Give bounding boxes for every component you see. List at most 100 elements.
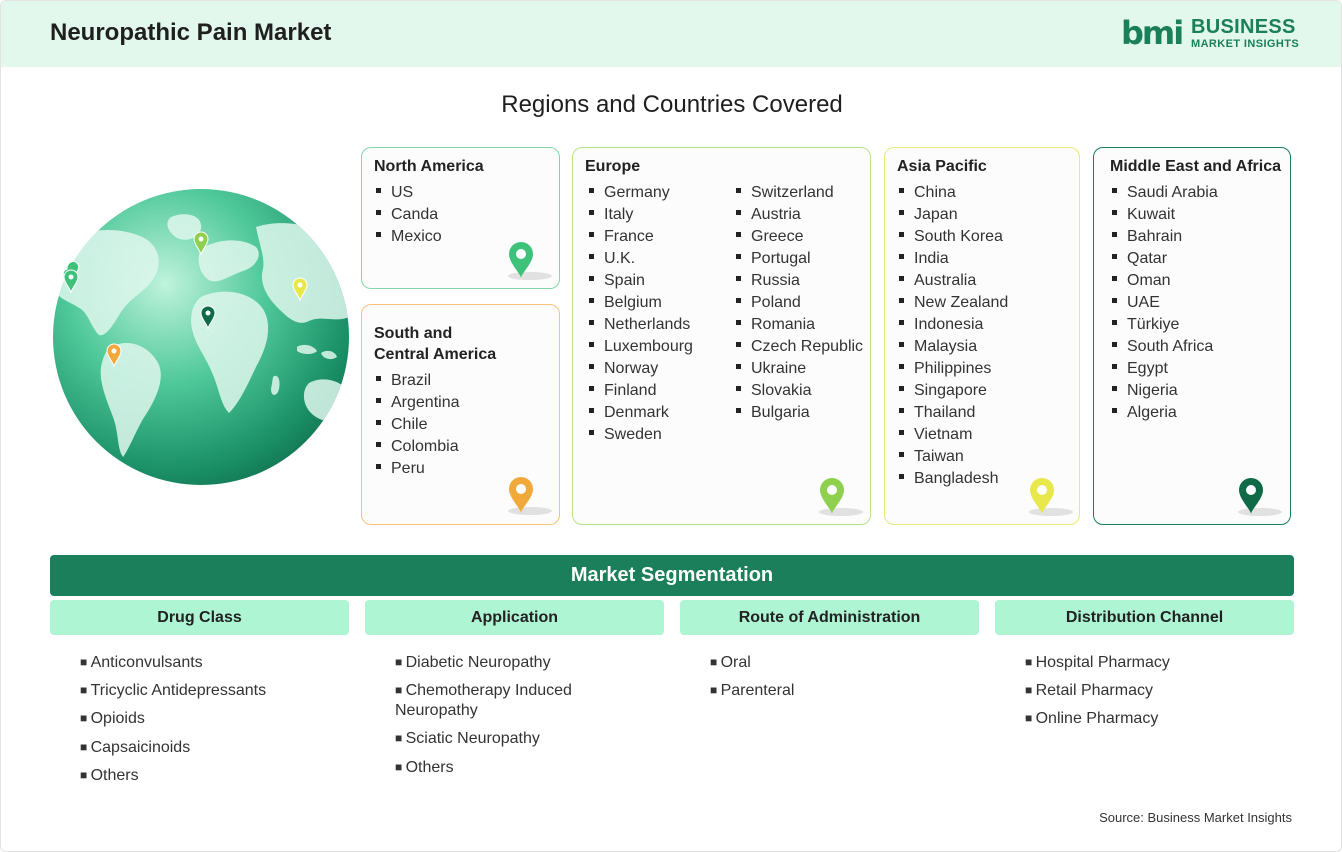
country-item: India <box>899 248 1008 270</box>
country-item: Denmark <box>589 402 693 424</box>
country-item: Romania <box>736 314 863 336</box>
globe-illustration <box>53 189 349 485</box>
country-item: Bangladesh <box>899 468 1008 490</box>
country-item: Chile <box>376 414 460 436</box>
logo-text-market-insights: MARKET INSIGHTS <box>1191 38 1300 50</box>
segment-column-drug-class: Drug Class Anticonvulsants Tricyclic Ant… <box>50 600 349 794</box>
logo-mark: bmi <box>1121 14 1184 52</box>
country-list-middle-east-africa: Saudi Arabia Kuwait Bahrain Qatar Oman U… <box>1112 182 1218 424</box>
country-item: Czech Republic <box>736 336 863 358</box>
country-item: New Zealand <box>899 292 1008 314</box>
segment-column-distribution-channel: Distribution Channel Hospital Pharmacy R… <box>995 600 1294 738</box>
logo-text-business: BUSINESS <box>1191 16 1296 38</box>
segment-item: Parenteral <box>710 681 969 701</box>
segment-list: Hospital Pharmacy Retail Pharmacy Online… <box>995 653 1294 730</box>
country-item: China <box>899 182 1008 204</box>
country-item: Colombia <box>376 436 460 458</box>
country-item: Japan <box>899 204 1008 226</box>
country-item: Bulgaria <box>736 402 863 424</box>
segment-list: Diabetic Neuropathy Chemotherapy Induced… <box>365 653 664 778</box>
country-item: Sweden <box>589 424 693 446</box>
country-item: UAE <box>1112 292 1218 314</box>
country-item: US <box>376 182 442 204</box>
region-name-south-central-america: South and Central America <box>374 323 496 365</box>
segment-item: Diabetic Neuropathy <box>395 653 604 673</box>
country-item: Italy <box>589 204 693 226</box>
map-pin-icon <box>819 478 863 516</box>
country-item: Brazil <box>376 370 460 392</box>
country-item: Australia <box>899 270 1008 292</box>
country-item: France <box>589 226 693 248</box>
country-list-south-central-america: Brazil Argentina Chile Colombia Peru <box>376 370 460 480</box>
segment-item: Capsaicinoids <box>80 738 339 758</box>
segment-item: Retail Pharmacy <box>1025 681 1284 701</box>
segment-item: Tricyclic Antidepressants <box>80 681 339 701</box>
map-pin-icon <box>1029 478 1073 516</box>
region-name-line2: Central America <box>374 346 497 363</box>
country-item: Switzerland <box>736 182 863 204</box>
country-item: Indonesia <box>899 314 1008 336</box>
region-name-europe: Europe <box>585 158 641 175</box>
map-pin-icon <box>508 477 552 515</box>
country-item: Germany <box>589 182 693 204</box>
region-card-south-central-america: South and Central America Brazil Argentin… <box>361 304 560 525</box>
country-item: Greece <box>736 226 863 248</box>
segment-item: Sciatic Neuropathy <box>395 729 604 749</box>
region-name-asia-pacific: Asia Pacific <box>897 158 987 175</box>
country-item: Argentina <box>376 392 460 414</box>
country-item: Ukraine <box>736 358 863 380</box>
map-pin-icon <box>1238 478 1282 516</box>
source-note: Source: Business Market Insights <box>1099 810 1292 825</box>
country-list-europe-col1: Germany Italy France U.K. Spain Belgium … <box>589 182 693 446</box>
country-item: Finland <box>589 380 693 402</box>
country-item: Poland <box>736 292 863 314</box>
segment-item: Others <box>395 758 604 778</box>
segment-column-application: Application Diabetic Neuropathy Chemothe… <box>365 600 664 786</box>
country-item: Nigeria <box>1112 380 1218 402</box>
segment-item: Others <box>80 766 339 786</box>
country-item: Canda <box>376 204 442 226</box>
country-item: Egypt <box>1112 358 1218 380</box>
segment-item: Chemotherapy Induced Neuropathy <box>395 681 604 721</box>
segment-column-route-of-administration: Route of Administration Oral Parenteral <box>680 600 979 709</box>
country-item: Slovakia <box>736 380 863 402</box>
segment-header: Drug Class <box>50 600 349 635</box>
map-pin-icon <box>508 242 552 280</box>
segment-list: Oral Parenteral <box>680 653 979 701</box>
country-item: Netherlands <box>589 314 693 336</box>
country-item: South Korea <box>899 226 1008 248</box>
country-item: Bahrain <box>1112 226 1218 248</box>
country-item: Malaysia <box>899 336 1008 358</box>
region-card-middle-east-africa: Middle East and Africa Saudi Arabia Kuwa… <box>1093 147 1291 525</box>
country-item: Thailand <box>899 402 1008 424</box>
country-item: South Africa <box>1112 336 1218 358</box>
region-name-north-america: North America <box>374 158 484 175</box>
region-name-middle-east-africa: Middle East and Africa <box>1110 158 1281 175</box>
country-list-asia-pacific: China Japan South Korea India Australia … <box>899 182 1008 490</box>
segment-item: Opioids <box>80 709 339 729</box>
segment-list: Anticonvulsants Tricyclic Antidepressant… <box>50 653 349 786</box>
region-card-asia-pacific: Asia Pacific China Japan South Korea Ind… <box>884 147 1080 525</box>
region-name-line1: South and <box>374 325 453 342</box>
country-list-europe-col2: Switzerland Austria Greece Portugal Russ… <box>736 182 863 424</box>
segment-item: Online Pharmacy <box>1025 709 1284 729</box>
country-item: Norway <box>589 358 693 380</box>
country-item: Taiwan <box>899 446 1008 468</box>
region-card-europe: Europe Germany Italy France U.K. Spain B… <box>572 147 871 525</box>
country-item: U.K. <box>589 248 693 270</box>
segment-header: Distribution Channel <box>995 600 1294 635</box>
country-item: Spain <box>589 270 693 292</box>
country-item: Oman <box>1112 270 1218 292</box>
country-item: Belgium <box>589 292 693 314</box>
header-banner: Neuropathic Pain Market bmi BUSINESS MAR… <box>1 1 1341 67</box>
segment-header: Application <box>365 600 664 635</box>
country-item: Algeria <box>1112 402 1218 424</box>
country-item: Philippines <box>899 358 1008 380</box>
country-item: Mexico <box>376 226 442 248</box>
segment-item: Anticonvulsants <box>80 653 339 673</box>
infographic-frame: Neuropathic Pain Market bmi BUSINESS MAR… <box>0 0 1342 852</box>
country-item: Qatar <box>1112 248 1218 270</box>
segment-item: Hospital Pharmacy <box>1025 653 1284 673</box>
country-item: Russia <box>736 270 863 292</box>
country-item: Türkiye <box>1112 314 1218 336</box>
